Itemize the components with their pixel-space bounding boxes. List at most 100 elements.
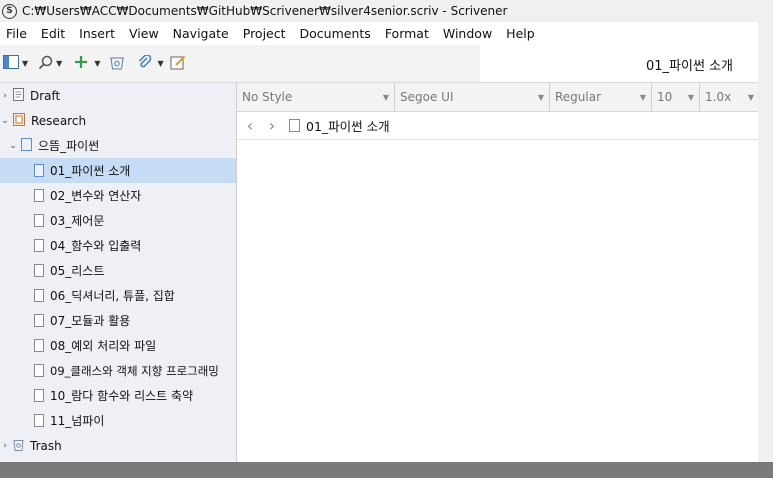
window-title: C:₩Users₩ACC₩Documents₩GitHub₩Scrivener₩… <box>22 4 508 18</box>
binder-item-draft[interactable]: › Draft <box>0 83 236 108</box>
menu-edit[interactable]: Edit <box>34 26 72 41</box>
main-toolbar: ▼ ▼ ▼ ▼ <box>0 45 480 83</box>
chevron-down-icon: ▼ <box>639 92 646 102</box>
chevron-down-icon: ▼ <box>687 92 694 102</box>
binder-item-label: Trash <box>30 438 62 453</box>
menu-file[interactable]: File <box>0 26 34 41</box>
attachment-icon <box>137 53 152 73</box>
binder-item-label: 08_예외 처리와 파일 <box>50 339 157 353</box>
window-edge-strip <box>758 22 773 462</box>
research-folder-icon <box>13 112 25 129</box>
binder-item-label: 09_클래스와 객체 지향 프로그래밍 <box>50 363 219 378</box>
menu-window[interactable]: Window <box>436 26 499 41</box>
style-select[interactable]: No Style ▼ <box>237 83 395 111</box>
document-icon <box>34 389 44 402</box>
binder-item-doc[interactable]: 09_클래스와 객체 지향 프로그래밍 <box>0 358 236 383</box>
search-button[interactable]: ▼ <box>38 51 62 77</box>
weight-select[interactable]: Regular ▼ <box>550 83 652 111</box>
binder-item-doc[interactable]: 01_파이썬 소개 <box>0 158 236 183</box>
back-arrow-icon[interactable]: ‹ <box>239 116 261 135</box>
format-bar: No Style ▼ Segoe UI ▼ Regular ▼ 10 ▼ 1.0… <box>237 83 773 112</box>
binder-item-label: Research <box>31 113 87 128</box>
editor-area: No Style ▼ Segoe UI ▼ Regular ▼ 10 ▼ 1.0… <box>237 83 773 462</box>
chevron-down-icon: ▼ <box>157 59 164 68</box>
compose-button[interactable] <box>170 51 186 77</box>
chevron-right-icon[interactable]: › <box>0 441 10 451</box>
document-icon <box>34 264 44 277</box>
forward-arrow-icon[interactable]: › <box>261 116 283 135</box>
binder-toggle-button[interactable]: ▼ <box>3 51 28 77</box>
editor-header-bar: ‹ › 01_파이썬 소개 <box>237 112 773 140</box>
document-icon <box>34 214 44 227</box>
trash-button[interactable] <box>109 51 125 77</box>
binder-item-doc[interactable]: 05_리스트 <box>0 258 236 283</box>
binder-item-label: 11_넘파이 <box>50 414 105 428</box>
menu-format[interactable]: Format <box>378 26 436 41</box>
font-select-value: Segoe UI <box>400 90 454 104</box>
font-select[interactable]: Segoe UI ▼ <box>395 83 550 111</box>
compose-icon <box>170 55 186 73</box>
document-title: 01_파이썬 소개 <box>646 59 733 74</box>
binder-item-label: 으뜸_파이썬 <box>38 139 100 153</box>
binder-item-label: 01_파이썬 소개 <box>50 164 131 178</box>
binder-item-label: Draft <box>30 88 61 103</box>
binder-item-trash[interactable]: › Trash <box>0 433 236 458</box>
binder-item-label: 02_변수와 연산자 <box>50 189 142 203</box>
attachment-button[interactable]: ▼ <box>137 51 164 77</box>
binder-sidebar: › Draft ⌄ Research ⌄ 으뜸_파이썬 01_파이썬 소개 02… <box>0 83 237 462</box>
binder-item-folder[interactable]: ⌄ 으뜸_파이썬 <box>0 133 236 158</box>
menu-project[interactable]: Project <box>236 26 293 41</box>
chevron-down-icon: ▼ <box>56 59 63 68</box>
weight-select-value: Regular <box>555 90 602 104</box>
binder-item-doc[interactable]: 07_모듈과 활용 <box>0 308 236 333</box>
draft-folder-icon <box>13 87 24 104</box>
chevron-down-icon: ▼ <box>747 92 754 102</box>
binder-item-research[interactable]: ⌄ Research <box>0 108 236 133</box>
chevron-down-icon: ▼ <box>537 92 544 102</box>
chevron-right-icon[interactable]: › <box>0 91 10 101</box>
document-icon <box>34 289 44 302</box>
editor-document-title: 01_파이썬 소개 <box>306 119 390 134</box>
binder-item-label: 03_제어문 <box>50 214 105 228</box>
menu-view[interactable]: View <box>122 26 166 41</box>
binder-item-doc[interactable]: 04_함수와 입출력 <box>0 233 236 258</box>
search-icon <box>38 55 53 73</box>
trash-icon <box>109 55 125 73</box>
menu-help[interactable]: Help <box>499 26 542 41</box>
binder-item-label: 05_리스트 <box>50 264 105 278</box>
document-icon <box>34 339 44 352</box>
chevron-down-icon[interactable]: ⌄ <box>0 116 10 126</box>
document-icon <box>34 164 44 177</box>
size-select[interactable]: 10 ▼ <box>652 83 700 111</box>
chevron-down-icon[interactable]: ⌄ <box>8 141 18 151</box>
binder-item-doc[interactable]: 10_람다 함수와 리스트 축약 <box>0 383 236 408</box>
folder-document-icon <box>21 137 32 154</box>
document-icon <box>34 189 44 202</box>
binder-item-doc[interactable]: 03_제어문 <box>0 208 236 233</box>
menu-insert[interactable]: Insert <box>72 26 122 41</box>
menu-navigate[interactable]: Navigate <box>166 26 236 41</box>
chevron-down-icon: ▼ <box>382 92 389 102</box>
binder-item-doc[interactable]: 11_넘파이 <box>0 408 236 433</box>
add-button[interactable]: ▼ <box>74 51 100 77</box>
binder-item-doc[interactable]: 08_예외 처리와 파일 <box>0 333 236 358</box>
scrivener-app-icon: S <box>2 3 17 19</box>
document-icon <box>34 239 44 252</box>
binder-item-doc[interactable]: 02_변수와 연산자 <box>0 183 236 208</box>
style-select-value: No Style <box>242 90 293 104</box>
menu-documents[interactable]: Documents <box>293 26 378 41</box>
document-icon <box>34 364 44 377</box>
size-select-value: 10 <box>657 90 673 104</box>
chevron-down-icon: ▼ <box>22 59 29 68</box>
trash-icon <box>13 438 24 454</box>
chevron-down-icon: ▼ <box>94 59 101 68</box>
document-icon <box>289 119 300 132</box>
line-spacing-select[interactable]: 1.0x ▼ <box>700 83 760 111</box>
add-icon <box>74 55 88 72</box>
document-title-bar: 01_파이썬 소개 <box>480 45 773 83</box>
binder-item-label: 07_모듈과 활용 <box>50 314 131 328</box>
document-icon <box>34 414 44 427</box>
binder-item-doc[interactable]: 06_딕셔너리, 튜플, 집합 <box>0 283 236 308</box>
menu-bar: File Edit Insert View Navigate Project D… <box>0 22 773 45</box>
app-window: File Edit Insert View Navigate Project D… <box>0 22 773 462</box>
